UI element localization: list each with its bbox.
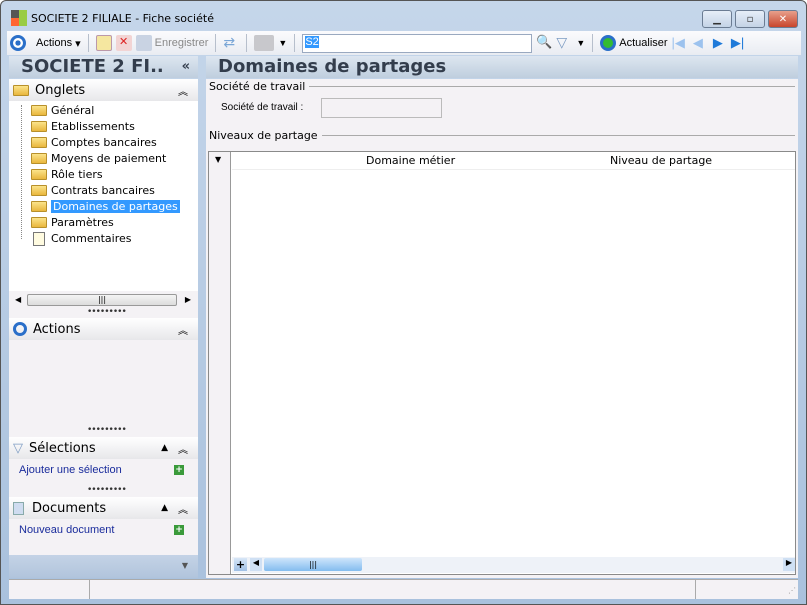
new-icon[interactable] xyxy=(95,35,112,51)
folder-icon xyxy=(31,153,47,164)
folder-icon xyxy=(31,137,47,148)
tab-etablissements[interactable]: Etablissements xyxy=(31,119,135,134)
tree-horizontal-scrollbar[interactable]: ◀ ||| ▶ xyxy=(13,293,193,307)
tab-commentaires[interactable]: Commentaires xyxy=(31,231,131,246)
window-title: SOCIETE 2 FILIALE - Fiche société xyxy=(31,12,214,25)
tab-parametres[interactable]: Paramètres xyxy=(31,215,114,230)
collapse-panel-button[interactable]: « xyxy=(182,56,190,78)
save-button[interactable]: Enregistrer xyxy=(135,35,208,51)
refresh-icon xyxy=(600,35,617,51)
new-document-link[interactable]: Nouveau document xyxy=(19,524,114,536)
folder-icon xyxy=(31,217,47,228)
collapse-icon[interactable]: ︽ xyxy=(178,501,188,516)
folder-icon xyxy=(31,169,47,180)
filter-icon: ▽ xyxy=(13,440,23,456)
column-chooser-button[interactable]: ▼ xyxy=(215,155,221,164)
page-title: Domaines de partages xyxy=(206,56,798,78)
target-icon[interactable] xyxy=(10,35,26,51)
minimize-button[interactable]: ▁ xyxy=(702,10,732,28)
refresh-button[interactable]: Actualiser xyxy=(600,35,668,51)
filter-dropdown[interactable]: ▼ xyxy=(576,38,585,48)
tab-contrats-bancaires[interactable]: Contrats bancaires xyxy=(31,183,155,198)
folder-icon xyxy=(13,84,29,96)
app-icon xyxy=(11,10,27,26)
open-folder-icon xyxy=(31,201,47,212)
minimize-section-icon[interactable]: ▲ xyxy=(161,443,168,453)
status-bar: ⋰ xyxy=(9,579,798,599)
column-niveau-de-partage[interactable]: Niveau de partage xyxy=(610,154,712,167)
last-record-button[interactable]: ▶| xyxy=(731,35,744,51)
group-niveaux-de-partage: Niveaux de partage xyxy=(209,129,795,142)
left-header: SOCIETE 2 FI.. « xyxy=(9,56,198,78)
collapse-icon[interactable]: ︽ xyxy=(178,441,188,456)
tab-role-tiers[interactable]: Rôle tiers xyxy=(31,167,103,182)
panel-footer[interactable]: ▼ xyxy=(9,555,198,578)
target-icon xyxy=(13,322,27,336)
next-record-button[interactable]: ▶ xyxy=(713,35,723,51)
first-record-button[interactable]: |◀ xyxy=(672,35,685,51)
sync-icon[interactable]: ⇄ xyxy=(223,35,239,51)
close-button[interactable]: ✕ xyxy=(768,10,798,28)
maximize-button[interactable]: ▫ xyxy=(735,10,765,28)
print-dropdown[interactable]: ▼ xyxy=(278,38,287,48)
previous-record-button[interactable]: ◀ xyxy=(693,35,703,51)
add-row-button[interactable]: + xyxy=(234,558,247,571)
onglets-header[interactable]: Onglets ︽ xyxy=(9,79,198,101)
collapse-icon[interactable]: ︽ xyxy=(178,83,188,98)
grid-header: Domaine métier Niveau de partage xyxy=(232,152,795,170)
actions-menu[interactable]: Actions ▾ xyxy=(36,37,81,50)
folder-icon xyxy=(31,121,47,132)
societe-de-travail-label: Société de travail : xyxy=(221,102,304,113)
tab-general[interactable]: Général xyxy=(31,103,94,118)
search-icon[interactable]: 🔍 xyxy=(536,35,552,51)
documents-header[interactable]: Documents ▲ ︽ xyxy=(9,497,198,519)
document-icon xyxy=(33,231,45,246)
societe-de-travail-field[interactable] xyxy=(321,98,442,118)
add-selection-icon[interactable]: + xyxy=(174,465,184,475)
toolbar: Actions ▾ ✕ Enregistrer ⇄ ▼ S2 🔍 ▽ ▼ Actu… xyxy=(7,31,801,55)
shares-grid: ▼ Domaine métier Niveau de partage + ◀ |… xyxy=(208,151,796,575)
column-domaine-metier[interactable]: Domaine métier xyxy=(366,154,455,167)
save-icon xyxy=(135,35,152,51)
folder-icon xyxy=(31,105,47,116)
grid-footer: + ◀ ||| ▶ xyxy=(232,557,795,573)
onglets-tree: Général Etablissements Comptes bancaires… xyxy=(9,101,198,306)
tab-domaines-de-partages[interactable]: Domaines de partages xyxy=(31,199,180,214)
delete-icon[interactable]: ✕ xyxy=(115,35,132,51)
add-selection-link[interactable]: Ajouter une sélection xyxy=(19,464,122,476)
search-input[interactable]: S2 xyxy=(302,33,533,53)
group-societe-de-travail: Société de travail xyxy=(209,80,795,93)
selections-header[interactable]: ▽ Sélections ▲ ︽ xyxy=(9,437,198,459)
tab-moyens-de-paiement[interactable]: Moyens de paiement xyxy=(31,151,166,166)
main-panel: Société de travail Société de travail : … xyxy=(206,79,798,578)
filter-icon[interactable]: ▽ xyxy=(556,35,572,51)
chevron-down-icon[interactable]: ▼ xyxy=(182,561,188,570)
resize-grip[interactable]: ⋰ xyxy=(788,586,796,595)
folder-icon xyxy=(31,185,47,196)
tab-comptes-bancaires[interactable]: Comptes bancaires xyxy=(31,135,157,150)
minimize-section-icon[interactable]: ▲ xyxy=(161,503,168,513)
left-panel: Onglets ︽ Général Etablissements Comptes … xyxy=(9,79,198,578)
document-icon xyxy=(13,501,24,515)
collapse-icon[interactable]: ︽ xyxy=(178,322,188,337)
print-icon[interactable] xyxy=(254,35,275,51)
window: SOCIETE 2 FILIALE - Fiche société ▁ ▫ ✕ … xyxy=(0,0,807,605)
actions-header[interactable]: Actions ︽ xyxy=(9,318,198,340)
grid-horizontal-scrollbar[interactable]: ◀ ||| ▶ xyxy=(250,558,795,571)
add-document-icon[interactable]: + xyxy=(174,525,184,535)
